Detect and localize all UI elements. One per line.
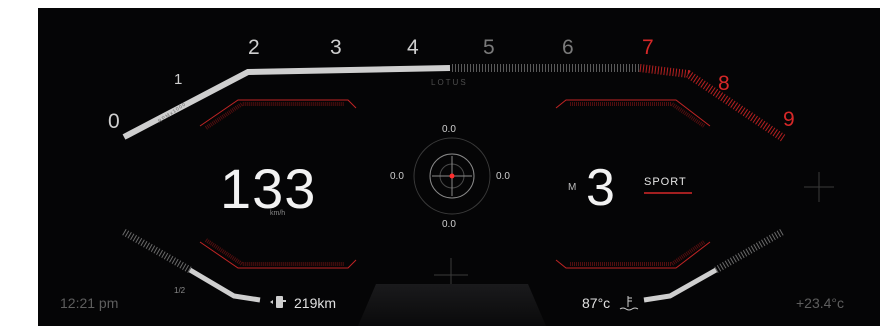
outside-temperature: +23.4°c [796, 295, 845, 311]
tach-label-8: 8 [718, 72, 730, 95]
speed-readout: 133 [220, 157, 317, 220]
cluster-graphics [122, 64, 834, 326]
drive-mode-label: SPORT [644, 176, 687, 188]
g-force-right-value: 0.0 [496, 171, 510, 182]
clock-time: 12:21 pm [60, 295, 119, 311]
tach-label-4: 4 [407, 36, 419, 59]
instrument-cluster: 0 1 2 3 4 5 6 7 8 9 RPMx1000 LOTUS 133 k… [38, 8, 880, 326]
tach-label-7: 7 [642, 36, 654, 59]
fuel-pump-icon-shape [270, 296, 286, 308]
tach-scale-red [639, 64, 786, 142]
tach-label-5: 5 [483, 36, 495, 59]
coolant-gauge-fill [643, 267, 718, 303]
accent-panel-lower-left [199, 238, 357, 269]
accent-panel-lower-right [555, 240, 711, 269]
tach-label-1: 1 [174, 71, 183, 88]
bottom-center-panel [358, 284, 546, 326]
tach-label-6: 6 [562, 36, 574, 59]
g-force-meter [413, 137, 491, 215]
tach-label-2: 2 [248, 36, 260, 59]
speed-unit: km/h [270, 210, 286, 217]
screenshot-stage: 0 1 2 3 4 5 6 7 8 9 RPMx1000 LOTUS 133 k… [0, 0, 880, 326]
fuel-gauge-fill [188, 267, 261, 303]
fuel-gauge-scale [122, 228, 192, 274]
fuel-range-readout: 219km [294, 295, 337, 311]
crosshair-right [804, 172, 834, 202]
g-force-left-value: 0.0 [390, 171, 404, 182]
accent-panel-upper-left [199, 99, 357, 130]
gear-indicator: 3 [586, 159, 615, 217]
g-force-dot [449, 173, 455, 179]
coolant-icon-shape [619, 296, 639, 311]
fuel-half-mark: 1/2 [174, 286, 186, 295]
g-force-top-value: 0.0 [442, 124, 456, 135]
coolant-gauge-scale [714, 228, 784, 274]
g-force-bottom-value: 0.0 [442, 219, 456, 230]
accent-panel-upper-right [555, 99, 711, 128]
tach-label-9: 9 [783, 108, 795, 131]
brand-logo-text: LOTUS [431, 78, 468, 87]
tach-label-3: 3 [330, 36, 342, 59]
coolant-temp-readout: 87°c [582, 295, 611, 311]
gear-mode-prefix: M [568, 182, 577, 193]
tach-label-0: 0 [108, 110, 120, 133]
